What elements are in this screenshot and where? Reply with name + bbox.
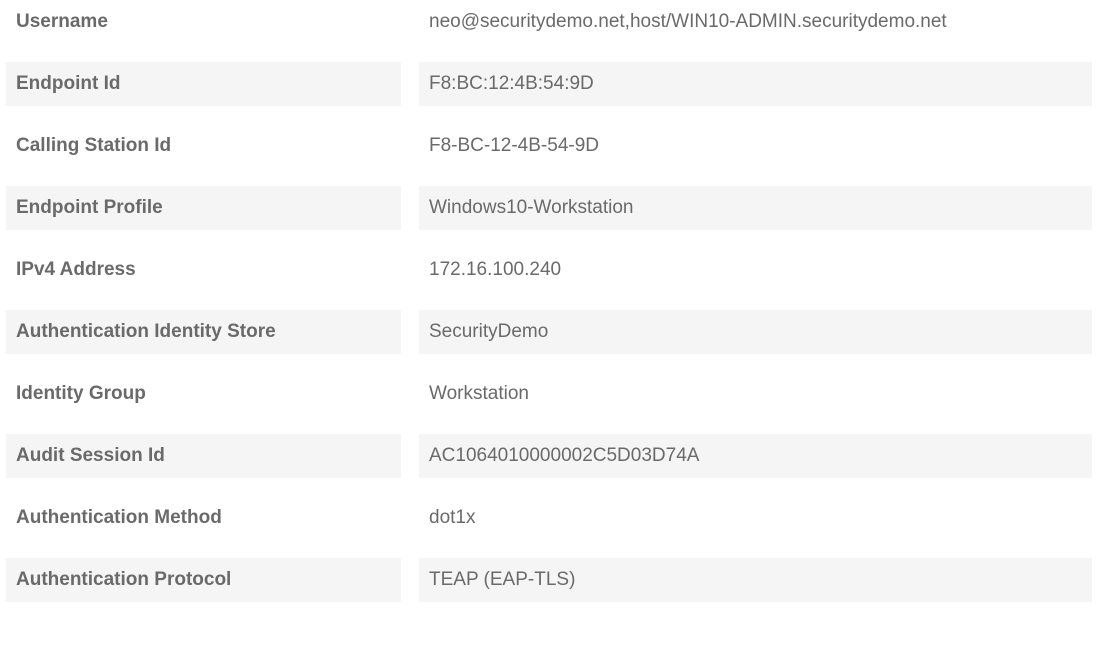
label-auth-method: Authentication Method [6, 496, 401, 540]
value-audit-session-id: AC1064010000002C5D03D74A [419, 434, 1092, 478]
value-calling-station-id: F8-BC-12-4B-54-9D [419, 124, 1092, 168]
label-identity-group: Identity Group [6, 372, 401, 416]
row-ipv4-address: IPv4 Address 172.16.100.240 [0, 248, 1098, 292]
value-auth-method: dot1x [419, 496, 1092, 540]
label-calling-station-id: Calling Station Id [6, 124, 401, 168]
value-auth-identity-store: SecurityDemo [419, 310, 1092, 354]
label-audit-session-id: Audit Session Id [6, 434, 401, 478]
session-details-table: Username neo@securitydemo.net,host/WIN10… [0, 0, 1098, 602]
row-calling-station-id: Calling Station Id F8-BC-12-4B-54-9D [0, 124, 1098, 168]
row-endpoint-profile: Endpoint Profile Windows10-Workstation [0, 186, 1098, 230]
row-identity-group: Identity Group Workstation [0, 372, 1098, 416]
value-auth-protocol: TEAP (EAP-TLS) [419, 558, 1092, 602]
value-username: neo@securitydemo.net,host/WIN10-ADMIN.se… [419, 0, 1092, 44]
label-ipv4-address: IPv4 Address [6, 248, 401, 292]
label-auth-protocol: Authentication Protocol [6, 558, 401, 602]
label-username: Username [6, 0, 401, 44]
row-username: Username neo@securitydemo.net,host/WIN10… [0, 0, 1098, 44]
row-auth-method: Authentication Method dot1x [0, 496, 1098, 540]
label-endpoint-profile: Endpoint Profile [6, 186, 401, 230]
value-identity-group: Workstation [419, 372, 1092, 416]
value-ipv4-address: 172.16.100.240 [419, 248, 1092, 292]
row-audit-session-id: Audit Session Id AC1064010000002C5D03D74… [0, 434, 1098, 478]
label-auth-identity-store: Authentication Identity Store [6, 310, 401, 354]
value-endpoint-profile: Windows10-Workstation [419, 186, 1092, 230]
value-endpoint-id: F8:BC:12:4B:54:9D [419, 62, 1092, 106]
label-endpoint-id: Endpoint Id [6, 62, 401, 106]
row-auth-identity-store: Authentication Identity Store SecurityDe… [0, 310, 1098, 354]
row-auth-protocol: Authentication Protocol TEAP (EAP-TLS) [0, 558, 1098, 602]
row-endpoint-id: Endpoint Id F8:BC:12:4B:54:9D [0, 62, 1098, 106]
